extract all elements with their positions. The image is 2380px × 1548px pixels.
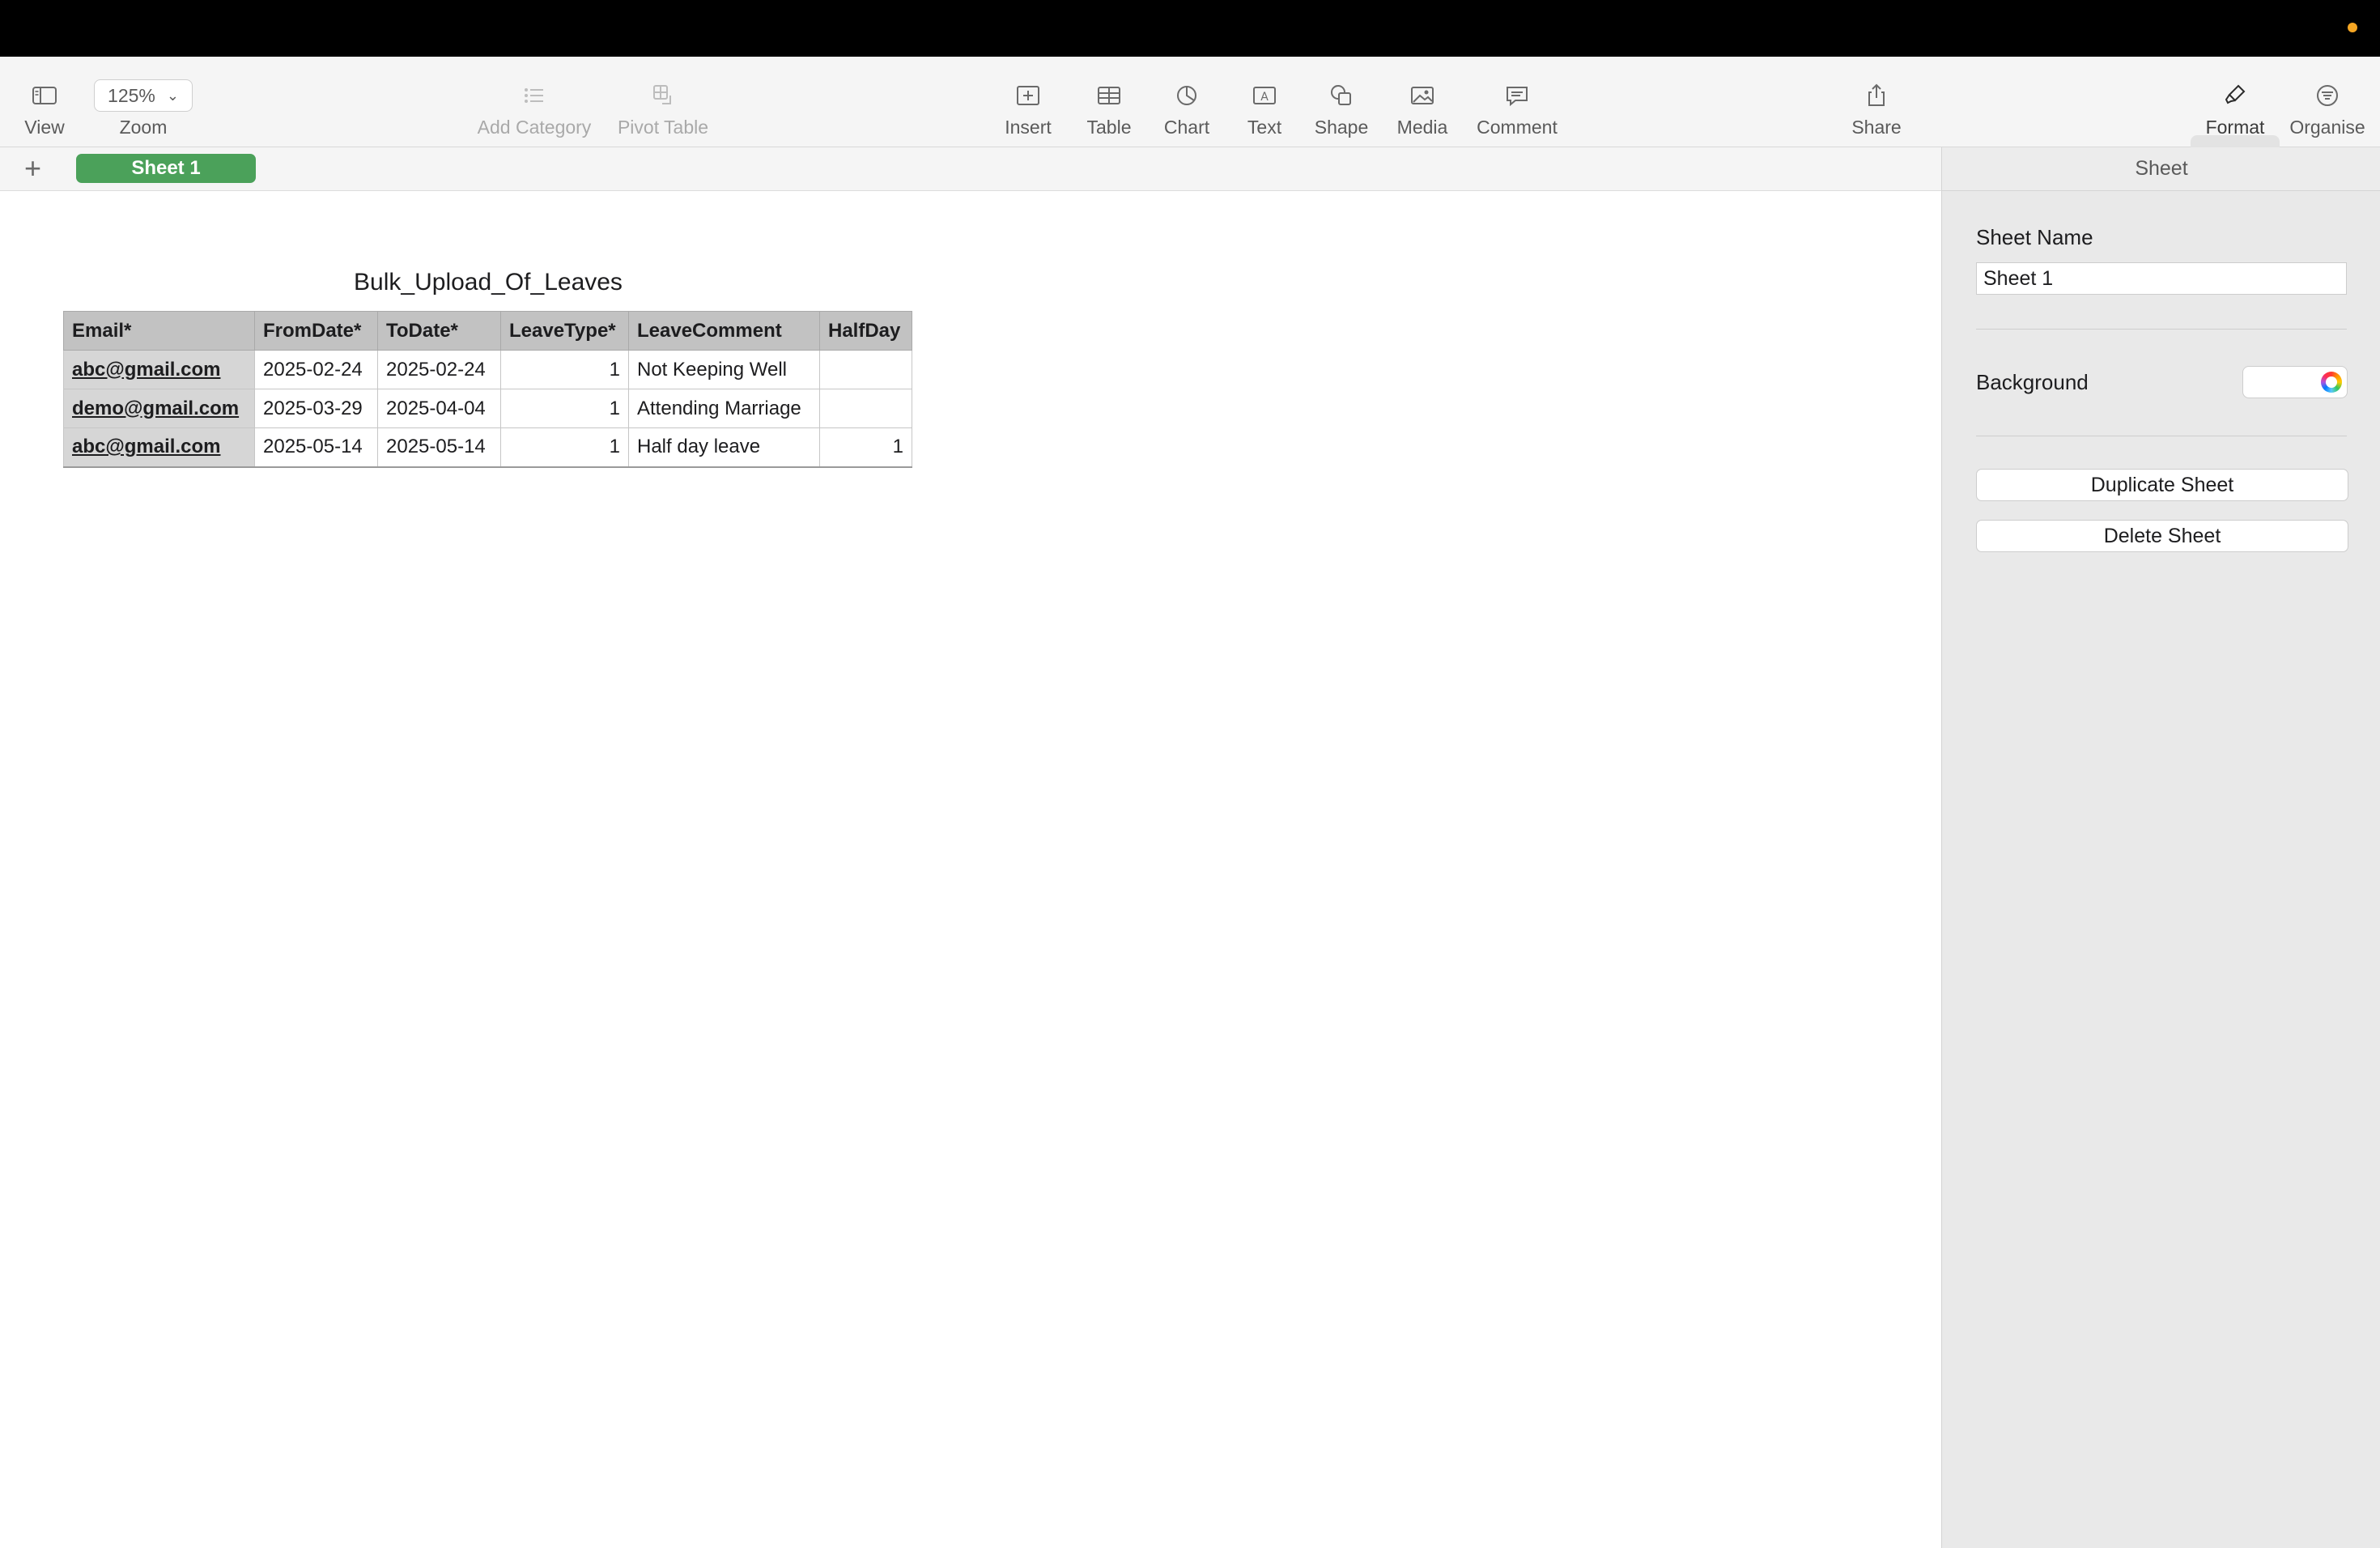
toolbar: View 125% ⌄ Zoom Add Category Pivot Tabl… xyxy=(0,57,2380,171)
media-label: Media xyxy=(1396,117,1448,138)
add-category-label: Add Category xyxy=(477,117,592,138)
to-date-cell[interactable]: 2025-05-14 xyxy=(377,427,501,468)
organise-label: Organise xyxy=(2289,117,2365,138)
pivot-table-label: Pivot Table xyxy=(617,117,709,138)
chart-button[interactable]: Chart xyxy=(1154,57,1219,147)
view-label: View xyxy=(24,117,65,138)
leave-type-cell[interactable]: 1 xyxy=(500,350,629,389)
tab-sheet-1[interactable]: Sheet 1 xyxy=(76,154,256,183)
list-icon xyxy=(521,79,548,112)
view-button[interactable]: View xyxy=(18,57,71,147)
insert-button[interactable]: Insert xyxy=(996,57,1060,147)
pivot-icon xyxy=(649,79,677,112)
paintbrush-icon xyxy=(2221,79,2249,112)
comment-icon xyxy=(1503,79,1531,112)
leave-comment-cell[interactable]: Half day leave xyxy=(628,427,820,468)
share-icon xyxy=(1863,79,1890,112)
insert-label: Insert xyxy=(1005,117,1052,138)
email-cell[interactable]: abc@gmail.com xyxy=(63,427,255,468)
header-cell[interactable]: LeaveComment xyxy=(628,311,820,351)
text-label: Text xyxy=(1247,117,1282,138)
table-row: abc@gmail.com 2025-02-24 2025-02-24 1 No… xyxy=(63,350,912,389)
chart-label: Chart xyxy=(1163,117,1210,138)
media-icon xyxy=(1409,79,1436,112)
sheet-name-label: Sheet Name xyxy=(1976,225,2093,249)
divider xyxy=(1976,329,2347,330)
sheet-canvas[interactable]: Bulk_Upload_Of_Leaves Email* FromDate* T… xyxy=(0,191,1941,1548)
leave-type-cell[interactable]: 1 xyxy=(500,389,629,428)
from-date-cell[interactable]: 2025-05-14 xyxy=(254,427,378,468)
leave-type-cell[interactable]: 1 xyxy=(500,427,629,468)
from-date-cell[interactable]: 2025-03-29 xyxy=(254,389,378,428)
header-cell[interactable]: Email* xyxy=(63,311,255,351)
format-label: Format xyxy=(2205,117,2265,138)
table-button[interactable]: Table xyxy=(1077,57,1141,147)
to-date-cell[interactable]: 2025-04-04 xyxy=(377,389,501,428)
header-cell[interactable]: HalfDay xyxy=(819,311,912,351)
sidebar-icon xyxy=(31,79,58,112)
header-cell[interactable]: FromDate* xyxy=(254,311,378,351)
email-cell[interactable]: demo@gmail.com xyxy=(63,389,255,428)
header-cell[interactable]: LeaveType* xyxy=(500,311,629,351)
half-day-cell[interactable]: 1 xyxy=(819,427,912,468)
format-sidebar: Sheet Sheet Name Background Duplicate Sh… xyxy=(1941,147,2380,1548)
system-menu-bar xyxy=(0,0,2380,57)
leaves-table[interactable]: Email* FromDate* ToDate* LeaveType* Leav… xyxy=(63,311,912,468)
email-cell[interactable]: abc@gmail.com xyxy=(63,350,255,389)
table-row: abc@gmail.com 2025-05-14 2025-05-14 1 Ha… xyxy=(63,427,912,468)
share-button[interactable]: Share xyxy=(1844,57,1909,147)
color-wheel-icon[interactable] xyxy=(2321,372,2342,393)
background-color-well[interactable] xyxy=(2242,366,2348,398)
share-label: Share xyxy=(1851,117,1902,138)
insert-icon xyxy=(1014,79,1042,112)
format-button[interactable]: Format xyxy=(2199,57,2272,147)
leave-comment-cell[interactable]: Attending Marriage xyxy=(628,389,820,428)
svg-text:A: A xyxy=(1260,91,1269,104)
recording-indicator xyxy=(2348,23,2357,32)
chart-icon xyxy=(1173,79,1201,112)
shape-button[interactable]: Shape xyxy=(1309,57,1374,147)
table-icon xyxy=(1095,79,1123,112)
table-label: Table xyxy=(1086,117,1132,138)
leave-comment-cell[interactable]: Not Keeping Well xyxy=(628,350,820,389)
zoom-label-wrap: Zoom xyxy=(103,57,184,147)
half-day-cell[interactable] xyxy=(819,389,912,428)
filter-icon xyxy=(2314,79,2341,112)
delete-sheet-button[interactable]: Delete Sheet xyxy=(1976,520,2348,552)
table-row: demo@gmail.com 2025-03-29 2025-04-04 1 A… xyxy=(63,389,912,428)
from-date-cell[interactable]: 2025-02-24 xyxy=(254,350,378,389)
text-icon: A xyxy=(1251,79,1278,112)
header-row: Email* FromDate* ToDate* LeaveType* Leav… xyxy=(63,311,912,351)
comment-label: Comment xyxy=(1477,117,1558,138)
shape-icon xyxy=(1328,79,1355,112)
table-title[interactable]: Bulk_Upload_Of_Leaves xyxy=(63,269,913,296)
sidebar-header: Sheet xyxy=(1942,147,2380,191)
pivot-table-button[interactable]: Pivot Table xyxy=(613,57,713,147)
sheet-tab-bar: + Sheet 1 xyxy=(0,147,1941,191)
zoom-label: Zoom xyxy=(119,117,168,138)
text-button[interactable]: A Text xyxy=(1232,57,1297,147)
comment-button[interactable]: Comment xyxy=(1468,57,1566,147)
sheet-name-field[interactable] xyxy=(1976,262,2347,295)
add-category-button[interactable]: Add Category xyxy=(470,57,599,147)
organise-button[interactable]: Organise xyxy=(2283,57,2372,147)
half-day-cell[interactable] xyxy=(819,350,912,389)
shape-label: Shape xyxy=(1314,117,1369,138)
background-label: Background xyxy=(1976,370,2089,394)
duplicate-sheet-button[interactable]: Duplicate Sheet xyxy=(1976,469,2348,501)
to-date-cell[interactable]: 2025-02-24 xyxy=(377,350,501,389)
add-sheet-button[interactable]: + xyxy=(24,151,41,186)
media-button[interactable]: Media xyxy=(1390,57,1455,147)
header-cell[interactable]: ToDate* xyxy=(377,311,501,351)
